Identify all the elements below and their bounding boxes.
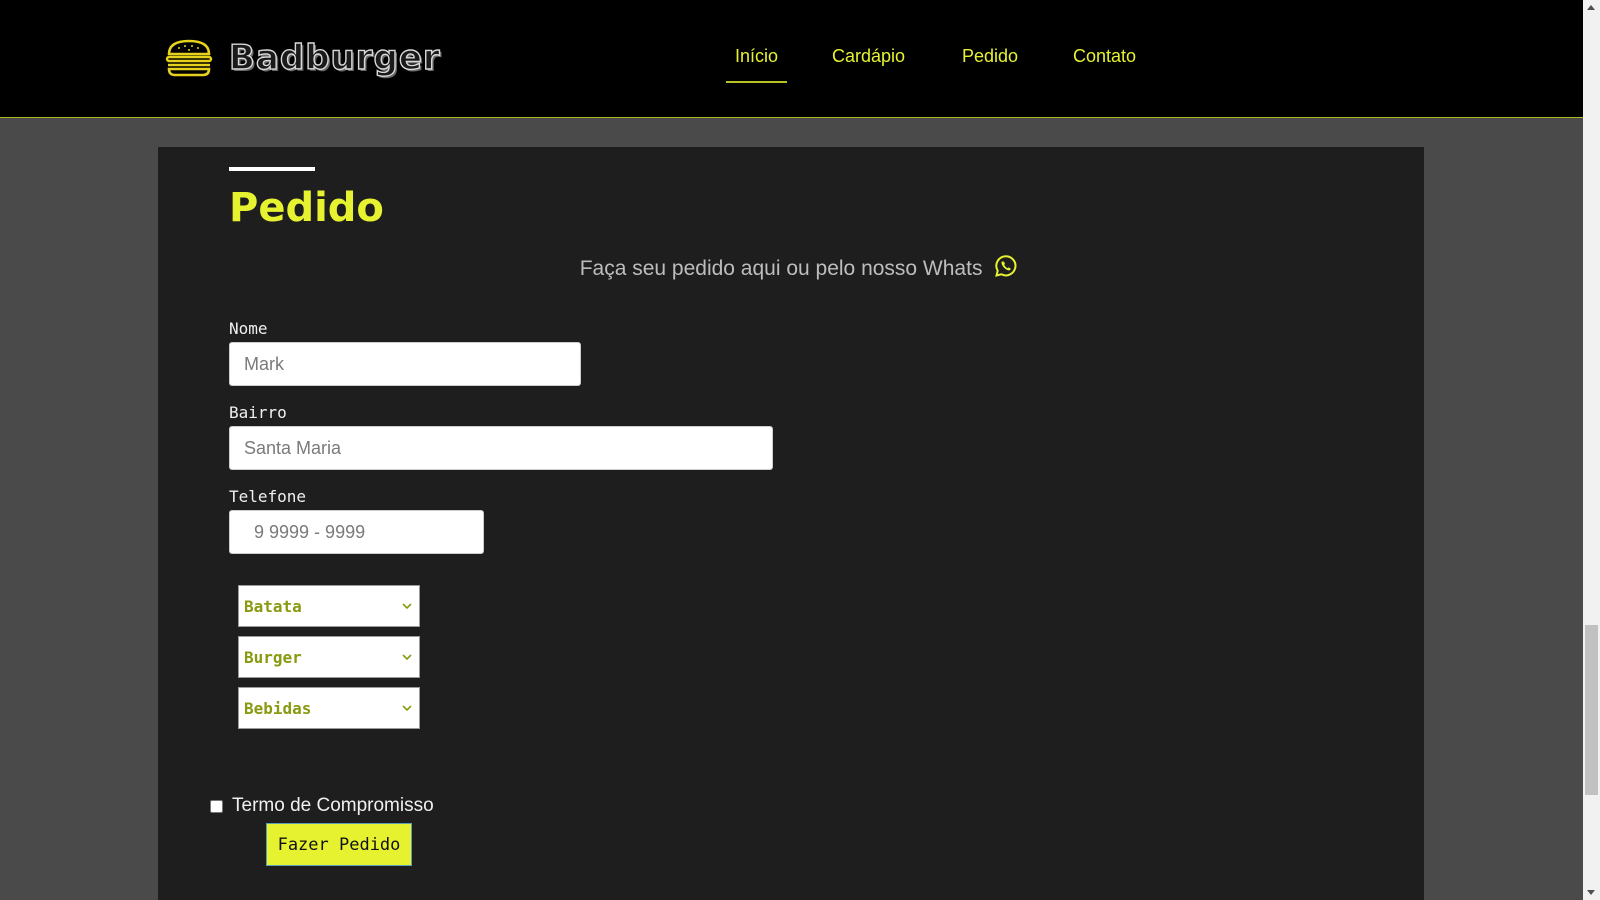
telefone-label: Telefone	[229, 487, 307, 506]
scroll-down-icon[interactable]	[1587, 890, 1595, 895]
brand-name: Badburger	[228, 37, 441, 78]
terms-row: Termo de Compromisso	[210, 795, 434, 817]
site-header: Badburger Início Cardápio Pedido Contato	[0, 0, 1583, 118]
chevron-down-icon	[402, 654, 412, 661]
terms-checkbox[interactable]	[210, 799, 223, 813]
subtitle-text: Faça seu pedido aqui ou pelo nosso Whats	[579, 257, 983, 280]
bairro-input[interactable]	[229, 426, 773, 470]
bebidas-select[interactable]: Bebidas	[238, 687, 420, 729]
burger-select[interactable]: Burger	[238, 636, 420, 678]
whatsapp-icon[interactable]	[994, 254, 1018, 278]
page-title: Pedido	[229, 185, 384, 231]
order-panel: Pedido Faça seu pedido aqui ou pelo noss…	[158, 147, 1424, 900]
bebidas-select-value: Bebidas	[244, 698, 312, 718]
submit-order-button[interactable]: Fazer Pedido	[266, 823, 412, 866]
telefone-input[interactable]	[229, 510, 484, 554]
chevron-down-icon	[402, 603, 412, 610]
scroll-up-icon[interactable]	[1587, 5, 1595, 10]
nav-contato[interactable]: Contato	[1073, 46, 1136, 67]
nav-pedido[interactable]: Pedido	[962, 46, 1018, 67]
page: Badburger Início Cardápio Pedido Contato…	[0, 0, 1600, 900]
logo[interactable]: Badburger	[165, 37, 441, 79]
terms-label[interactable]: Termo de Compromisso	[232, 795, 434, 817]
chevron-down-icon	[402, 705, 412, 712]
scroll-thumb[interactable]	[1585, 625, 1598, 795]
nome-label: Nome	[229, 319, 268, 338]
burger-select-value: Burger	[244, 647, 302, 667]
batata-select[interactable]: Batata	[238, 585, 420, 627]
nav-cardapio[interactable]: Cardápio	[832, 46, 905, 67]
batata-select-value: Batata	[244, 596, 302, 616]
title-accent-bar	[229, 167, 315, 171]
nav-inicio[interactable]: Início	[725, 46, 788, 83]
subtitle: Faça seu pedido aqui ou pelo nosso Whats	[158, 254, 1424, 281]
bairro-label: Bairro	[229, 403, 287, 422]
burger-icon	[165, 39, 213, 77]
vertical-scrollbar[interactable]	[1583, 0, 1600, 900]
nome-input[interactable]	[229, 342, 581, 386]
